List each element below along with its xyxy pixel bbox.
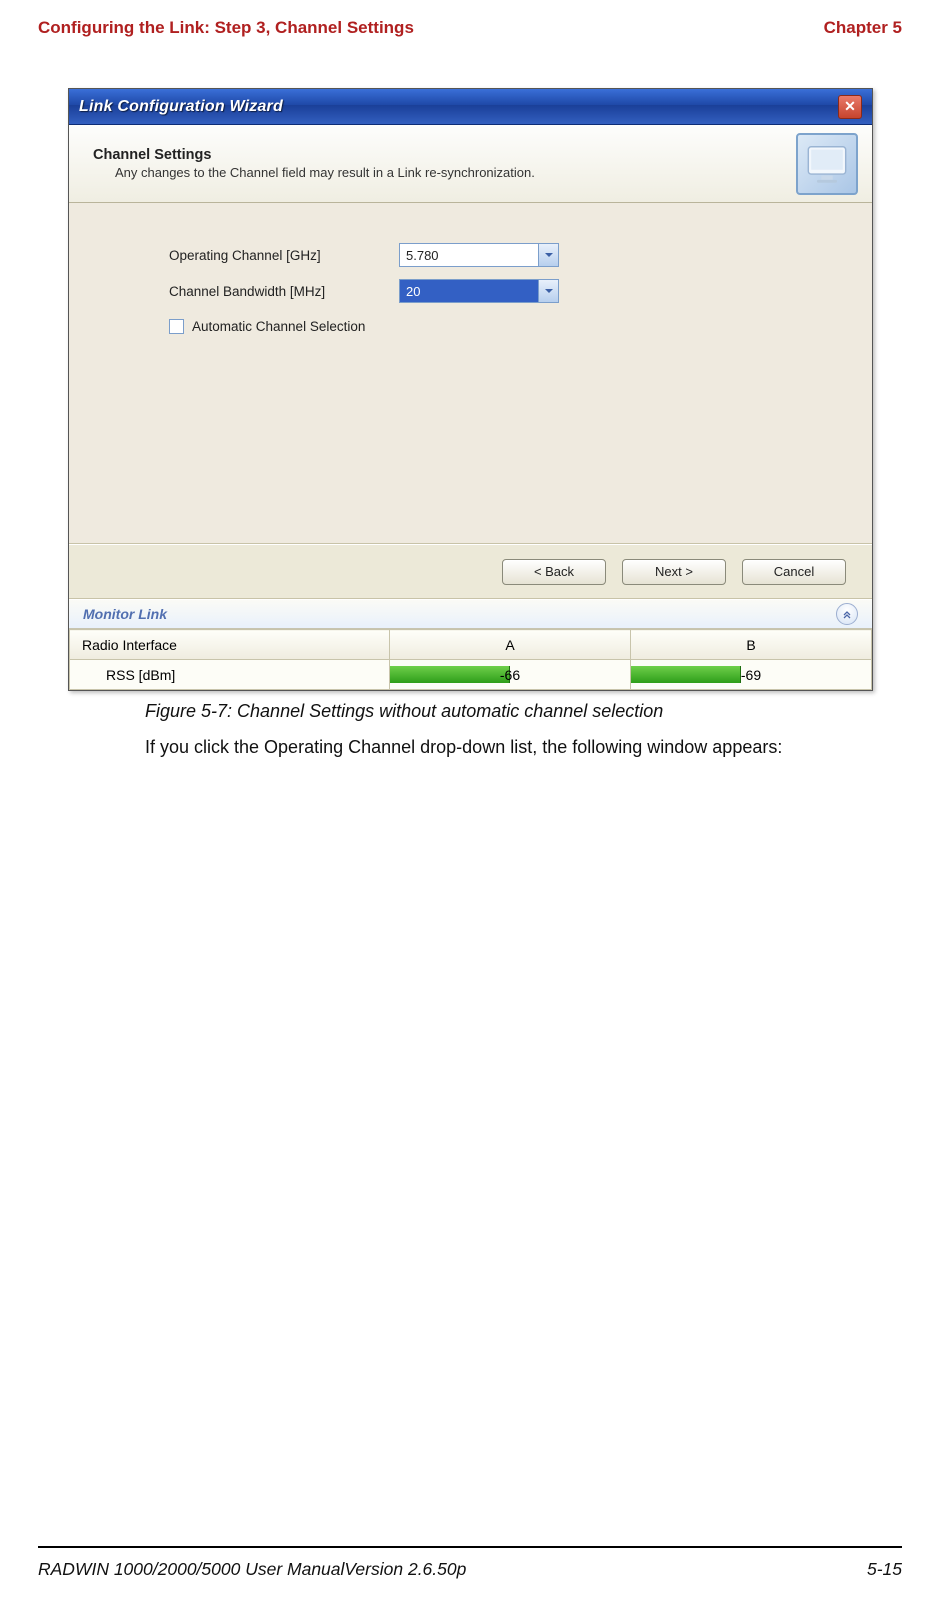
body-paragraph: If you click the Operating Channel drop-… — [145, 734, 890, 760]
rss-b-bar-icon — [631, 666, 741, 683]
cancel-button[interactable]: Cancel — [742, 559, 846, 585]
running-head-right: Chapter 5 — [824, 18, 902, 38]
wizard-button-bar: < Back Next > Cancel — [69, 545, 872, 599]
wizard-header-texts: Channel Settings Any changes to the Chan… — [93, 147, 796, 180]
footer-left: RADWIN 1000/2000/5000 User ManualVersion… — [38, 1559, 466, 1580]
wizard-form: Operating Channel [GHz] 5.780 Channel Ba… — [69, 203, 872, 543]
table-row-rss: RSS [dBm] -66 -69 — [70, 660, 872, 690]
channel-bandwidth-value: 20 — [406, 284, 420, 299]
wizard-titlebar: Link Configuration Wizard ✕ — [69, 89, 872, 125]
channel-bandwidth-label: Channel Bandwidth [MHz] — [169, 284, 399, 299]
wizard-header-panel: Channel Settings Any changes to the Chan… — [69, 125, 872, 203]
rss-a-value: -66 — [500, 667, 520, 683]
chevron-down-icon[interactable] — [538, 280, 558, 302]
wizard-title: Link Configuration Wizard — [79, 98, 283, 116]
rss-label: RSS [dBm] — [70, 660, 390, 690]
column-a-header: A — [390, 630, 631, 660]
channel-bandwidth-combo[interactable]: 20 — [399, 279, 559, 303]
running-head-left: Configuring the Link: Step 3, Channel Se… — [38, 18, 414, 38]
radio-interface-label: Radio Interface — [70, 630, 390, 660]
monitor-link-table: Radio Interface A B RSS [dBm] -66 -69 — [69, 629, 872, 690]
collapse-icon[interactable] — [836, 603, 858, 625]
monitor-link-header[interactable]: Monitor Link — [69, 599, 872, 629]
next-button[interactable]: Next > — [622, 559, 726, 585]
row-acs[interactable]: Automatic Channel Selection — [169, 319, 852, 334]
row-operating-channel: Operating Channel [GHz] 5.780 — [169, 243, 852, 267]
close-icon[interactable]: ✕ — [838, 95, 862, 119]
row-channel-bandwidth: Channel Bandwidth [MHz] 20 — [169, 279, 852, 303]
wizard-screenshot: Link Configuration Wizard ✕ Channel Sett… — [68, 88, 873, 691]
acs-checkbox[interactable] — [169, 319, 184, 334]
rss-a-bar-icon — [390, 666, 510, 683]
figure-caption: Figure 5-7: Channel Settings without aut… — [145, 701, 940, 722]
column-b-header: B — [631, 630, 872, 660]
operating-channel-value: 5.780 — [406, 248, 439, 263]
back-button[interactable]: < Back — [502, 559, 606, 585]
wizard-panel-subtitle: Any changes to the Channel field may res… — [93, 163, 796, 180]
footer-rule — [38, 1546, 902, 1548]
monitor-link-title: Monitor Link — [83, 606, 167, 622]
chevron-down-icon[interactable] — [538, 244, 558, 266]
operating-channel-combo[interactable]: 5.780 — [399, 243, 559, 267]
operating-channel-label: Operating Channel [GHz] — [169, 248, 399, 263]
footer-right: 5-15 — [867, 1559, 902, 1580]
acs-label: Automatic Channel Selection — [192, 319, 365, 334]
rss-b-cell: -69 — [631, 660, 872, 690]
rss-a-cell: -66 — [390, 660, 631, 690]
rss-b-value: -69 — [741, 667, 761, 683]
table-row-header: Radio Interface A B — [70, 630, 872, 660]
monitor-icon — [796, 133, 858, 195]
wizard-panel-title: Channel Settings — [93, 147, 796, 163]
wizard-window: Link Configuration Wizard ✕ Channel Sett… — [68, 88, 873, 691]
